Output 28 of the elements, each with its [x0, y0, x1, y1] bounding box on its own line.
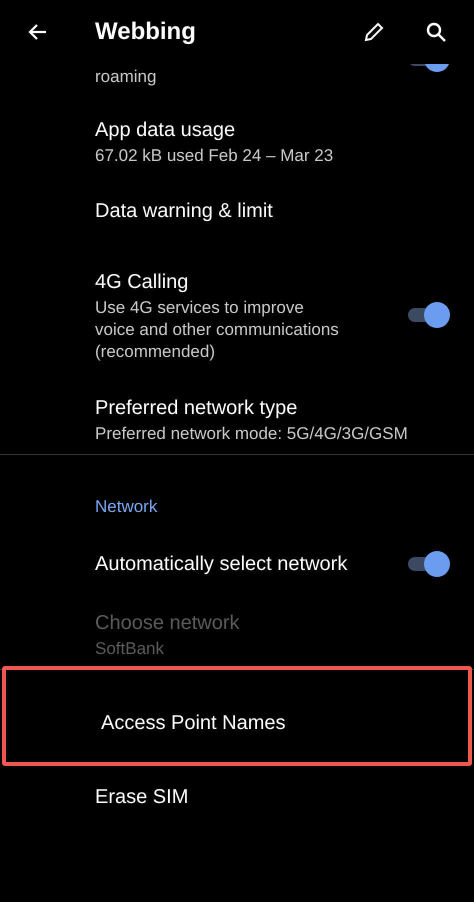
setting-summary: roaming	[95, 66, 158, 88]
setting-summary: 67.02 kB used Feb 24 – Mar 23	[95, 145, 334, 167]
setting-summary: voice and other communications	[95, 319, 340, 341]
setting-title: Data warning & limit	[95, 199, 274, 224]
setting-title: Erase SIM	[95, 785, 190, 810]
section-header: Network	[95, 496, 158, 518]
setting-title: 4G Calling	[95, 270, 190, 295]
setting-title: Choose network	[95, 611, 241, 636]
setting-summary: (recommended)	[95, 341, 216, 363]
setting-title: Automatically select network	[95, 552, 348, 577]
settings-row[interactable]: Erase SIM	[0, 762, 474, 832]
search-icon	[424, 20, 448, 44]
settings-row[interactable]: App data usage 67.02 kB used Feb 24 – Mar 23	[0, 106, 474, 176]
settings-row[interactable]: Access Point Names	[6, 688, 468, 758]
settings-row[interactable]: Preferred network type Preferred network mode: 5G/4G/3G/GSM	[0, 384, 474, 454]
setting-title: Preferred network type	[95, 396, 298, 421]
setting-summary: Use 4G services to improve	[95, 297, 305, 319]
pencil-icon	[362, 20, 386, 44]
setting-summary: SoftBank	[95, 638, 165, 660]
settings-row[interactable]: 4G Calling Use 4G services to improve voice and other communications (recommended)	[0, 246, 474, 384]
setting-title: Access Point Names	[101, 711, 287, 736]
toggle-switch[interactable]	[406, 302, 450, 328]
settings-row[interactable]: Automatically select network	[0, 529, 474, 599]
toggle-switch[interactable]	[406, 551, 450, 577]
settings-row[interactable]: Data warning & limit	[0, 176, 474, 246]
setting-summary: Preferred network mode: 5G/4G/3G/GSM	[95, 423, 409, 445]
window-title: Webbing	[95, 17, 197, 47]
setting-title: App data usage	[95, 118, 236, 143]
